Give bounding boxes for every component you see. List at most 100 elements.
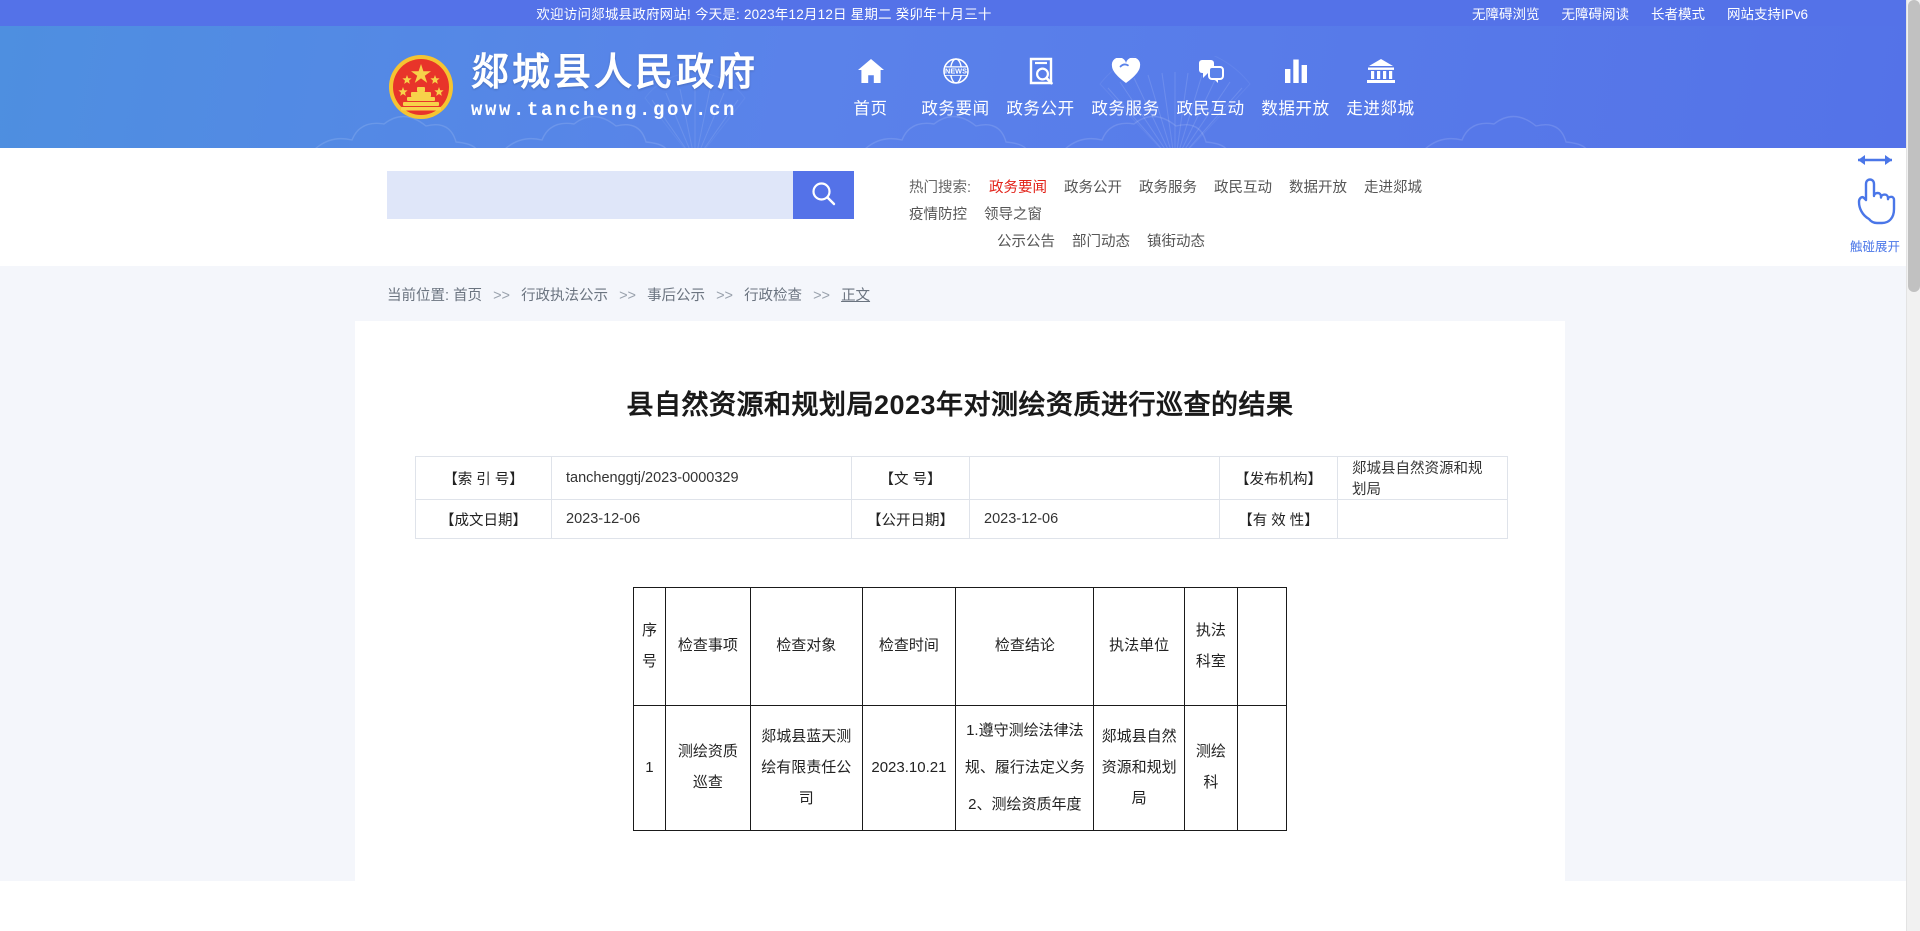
nav-item-services[interactable]: 政务服务 [1083,56,1168,119]
breadcrumb-item-enforcement[interactable]: 行政执法公示 [521,288,608,304]
meta-value-draft-date: 2023-12-06 [551,499,852,539]
national-emblem-icon [387,53,455,121]
hot-item-gongshigonggao[interactable]: 公示公告 [997,229,1055,256]
document-search-icon [1028,56,1054,86]
search-icon [810,180,837,210]
link-accessible-read[interactable]: 无障碍阅读 [1561,3,1629,23]
nav-label-disclosure: 政务公开 [1006,99,1075,118]
hot-item-zhengminhudong[interactable]: 政民互动 [1214,175,1272,202]
col-header-extra [1237,587,1287,706]
meta-key-doc-no: 【文 号】 [851,456,970,500]
table-row: 【成文日期】 2023-12-06 【公开日期】 2023-12-06 【有 效… [415,499,1508,539]
bar-chart-icon [1283,56,1309,86]
news-globe-icon: NEWS [942,56,970,86]
col-header-unit: 执法单位 [1093,587,1185,706]
table-header-row: 序号 检查事项 检查对象 检查时间 检查结论 执法单位 执法科室 [633,587,1287,706]
home-icon [857,56,885,86]
meta-value-public-date: 2023-12-06 [969,499,1220,539]
main-navigation: 首页 NEWS 政务要闻 政务公开 政务服务 政民互动 数据开放 走进郯城 [828,56,1423,119]
meta-key-index-no: 【索 引 号】 [415,456,552,500]
hot-item-zoujintancheng[interactable]: 走进郯城 [1364,175,1422,202]
hot-item-lingdaozhichuang[interactable]: 领导之窗 [984,202,1042,229]
nav-label-services: 政务服务 [1091,99,1160,118]
breadcrumb-wrapper: 当前位置: 首页 >> 行政执法公示 >> 事后公示 >> 行政检查 >> 正文 [315,266,1605,321]
nav-label-news: 政务要闻 [921,99,990,118]
breadcrumb-item-home[interactable]: 首页 [453,288,482,304]
col-header-object: 检查对象 [749,587,863,706]
cell-time: 2023.10.21 [861,704,957,832]
page-title: 县自然资源和规划局2023年对测绘资质进行巡查的结果 [626,390,1294,420]
site-url: www.tancheng.gov.cn [471,99,738,121]
nav-label-about: 走进郯城 [1346,99,1415,118]
chat-bubble-icon [1197,56,1225,86]
breadcrumb-item-inspection[interactable]: 行政检查 [744,288,802,304]
cell-dept: 测绘科 [1183,704,1239,832]
meta-value-index-no: tanchenggtj/2023-0000329 [551,456,852,500]
site-title: 郯城县人民政府 [471,52,759,94]
meta-key-draft-date: 【成文日期】 [415,499,552,539]
meta-key-publisher: 【发布机构】 [1219,456,1338,500]
nav-item-about[interactable]: 走进郯城 [1338,56,1423,119]
page-root: 欢迎访问郯城县政府网站! 今天是: 2023年12月12日 星期二 癸卯年十月三… [0,0,1920,931]
site-search [387,170,854,219]
site-brand[interactable]: 郯城县人民政府 www.tancheng.gov.cn [387,53,758,121]
meta-key-public-date: 【公开日期】 [851,499,970,539]
conclusion-line-2: 2、测绘资质年度 [968,795,1082,813]
nav-label-data: 数据开放 [1261,99,1330,118]
search-button[interactable] [793,170,854,219]
table-row: 【索 引 号】 tanchenggtj/2023-0000329 【文 号】 【… [415,456,1508,500]
metadata-table: 【索 引 号】 tanchenggtj/2023-0000329 【文 号】 【… [415,456,1508,539]
nav-item-interaction[interactable]: 政民互动 [1168,56,1253,119]
hot-item-shujukaifang[interactable]: 数据开放 [1289,175,1347,202]
hot-item-zhengwufuwu[interactable]: 政务服务 [1139,175,1197,202]
hot-item-zhengwugongkai[interactable]: 政务公开 [1064,175,1122,202]
nav-label-interaction: 政民互动 [1176,99,1245,118]
cell-no: 1 [633,704,666,832]
hot-item-yiqingfangkong[interactable]: 疫情防控 [909,202,967,229]
scrollbar-thumb[interactable] [1908,0,1920,292]
nav-item-data[interactable]: 数据开放 [1253,56,1338,119]
nav-item-news[interactable]: NEWS 政务要闻 [913,56,998,119]
col-header-dept: 执法科室 [1183,587,1239,706]
main-content: 当前位置: 首页 >> 行政执法公示 >> 事后公示 >> 行政检查 >> 正文… [0,266,1920,881]
breadcrumb-prefix: 当前位置: [387,288,450,304]
breadcrumb-separator-2: >> [619,288,637,304]
landmark-icon [1366,56,1396,86]
floating-widget-label: 触碰展开 [1849,240,1900,254]
site-header: 郯城县人民政府 www.tancheng.gov.cn 首页 NEWS 政务要闻… [0,26,1920,148]
col-header-time: 检查时间 [861,587,957,706]
col-header-no: 序号 [633,587,666,706]
left-right-arrow-icon [1850,152,1900,173]
link-accessible-browse[interactable]: 无障碍浏览 [1472,3,1540,23]
welcome-message: 欢迎访问郯城县政府网站! 今天是: 2023年12月12日 星期二 癸卯年十月三… [536,7,992,22]
search-input[interactable] [387,170,793,219]
cell-item: 测绘资质巡查 [664,704,751,832]
breadcrumb-item-post-disclosure[interactable]: 事后公示 [647,288,705,304]
nav-label-home: 首页 [853,99,888,118]
breadcrumb: 当前位置: 首页 >> 行政执法公示 >> 事后公示 >> 行政检查 >> 正文 [387,284,1605,305]
hand-pointer-icon [1852,175,1898,232]
nav-item-disclosure[interactable]: 政务公开 [998,56,1083,119]
hot-item-zhengwuyaowen[interactable]: 政务要闻 [989,175,1047,202]
page-scrollbar[interactable] [1906,0,1920,931]
hot-search: 热门搜索: 政务要闻 政务公开 政务服务 政民互动 数据开放 走进郯城 疫情防控… [909,175,1469,256]
meta-value-publisher: 郯城县自然资源和规划局 [1337,456,1508,500]
floating-expand-widget[interactable]: 触碰展开 [1843,152,1907,255]
cell-conclusion: 1.遵守测绘法律法规、履行法定义务 2、测绘资质年度 [955,704,1095,832]
hot-item-bumendongtai[interactable]: 部门动态 [1072,229,1130,256]
svg-text:NEWS: NEWS [945,66,967,75]
conclusion-line-1: 1.遵守测绘法律法规、履行法定义务 [964,722,1085,776]
col-header-conclusion: 检查结论 [955,587,1095,706]
link-elder-mode[interactable]: 长者模式 [1651,3,1705,23]
accessibility-links: 无障碍浏览 无障碍阅读 长者模式 网站支持IPv6 [1472,3,1808,23]
hot-search-label: 热门搜索: [909,179,972,196]
link-ipv6-support[interactable]: 网站支持IPv6 [1727,3,1808,23]
nav-item-home[interactable]: 首页 [828,56,913,119]
hot-item-zhenjiedongtai[interactable]: 镇街动态 [1147,229,1205,256]
table-row: 1 测绘资质巡查 郯城县蓝天测绘有限责任公司 2023.10.21 1.遵守测绘… [633,704,1287,832]
article-paper: 县自然资源和规划局2023年对测绘资质进行巡查的结果 【索 引 号】 tanch… [355,321,1565,881]
cell-unit: 郯城县自然资源和规划局 [1093,704,1185,832]
cell-extra [1237,704,1287,832]
cell-object: 郯城县蓝天测绘有限责任公司 [749,704,863,832]
inspection-results-table: 序号 检查事项 检查对象 检查时间 检查结论 执法单位 执法科室 1 测绘资质巡… [633,587,1287,832]
